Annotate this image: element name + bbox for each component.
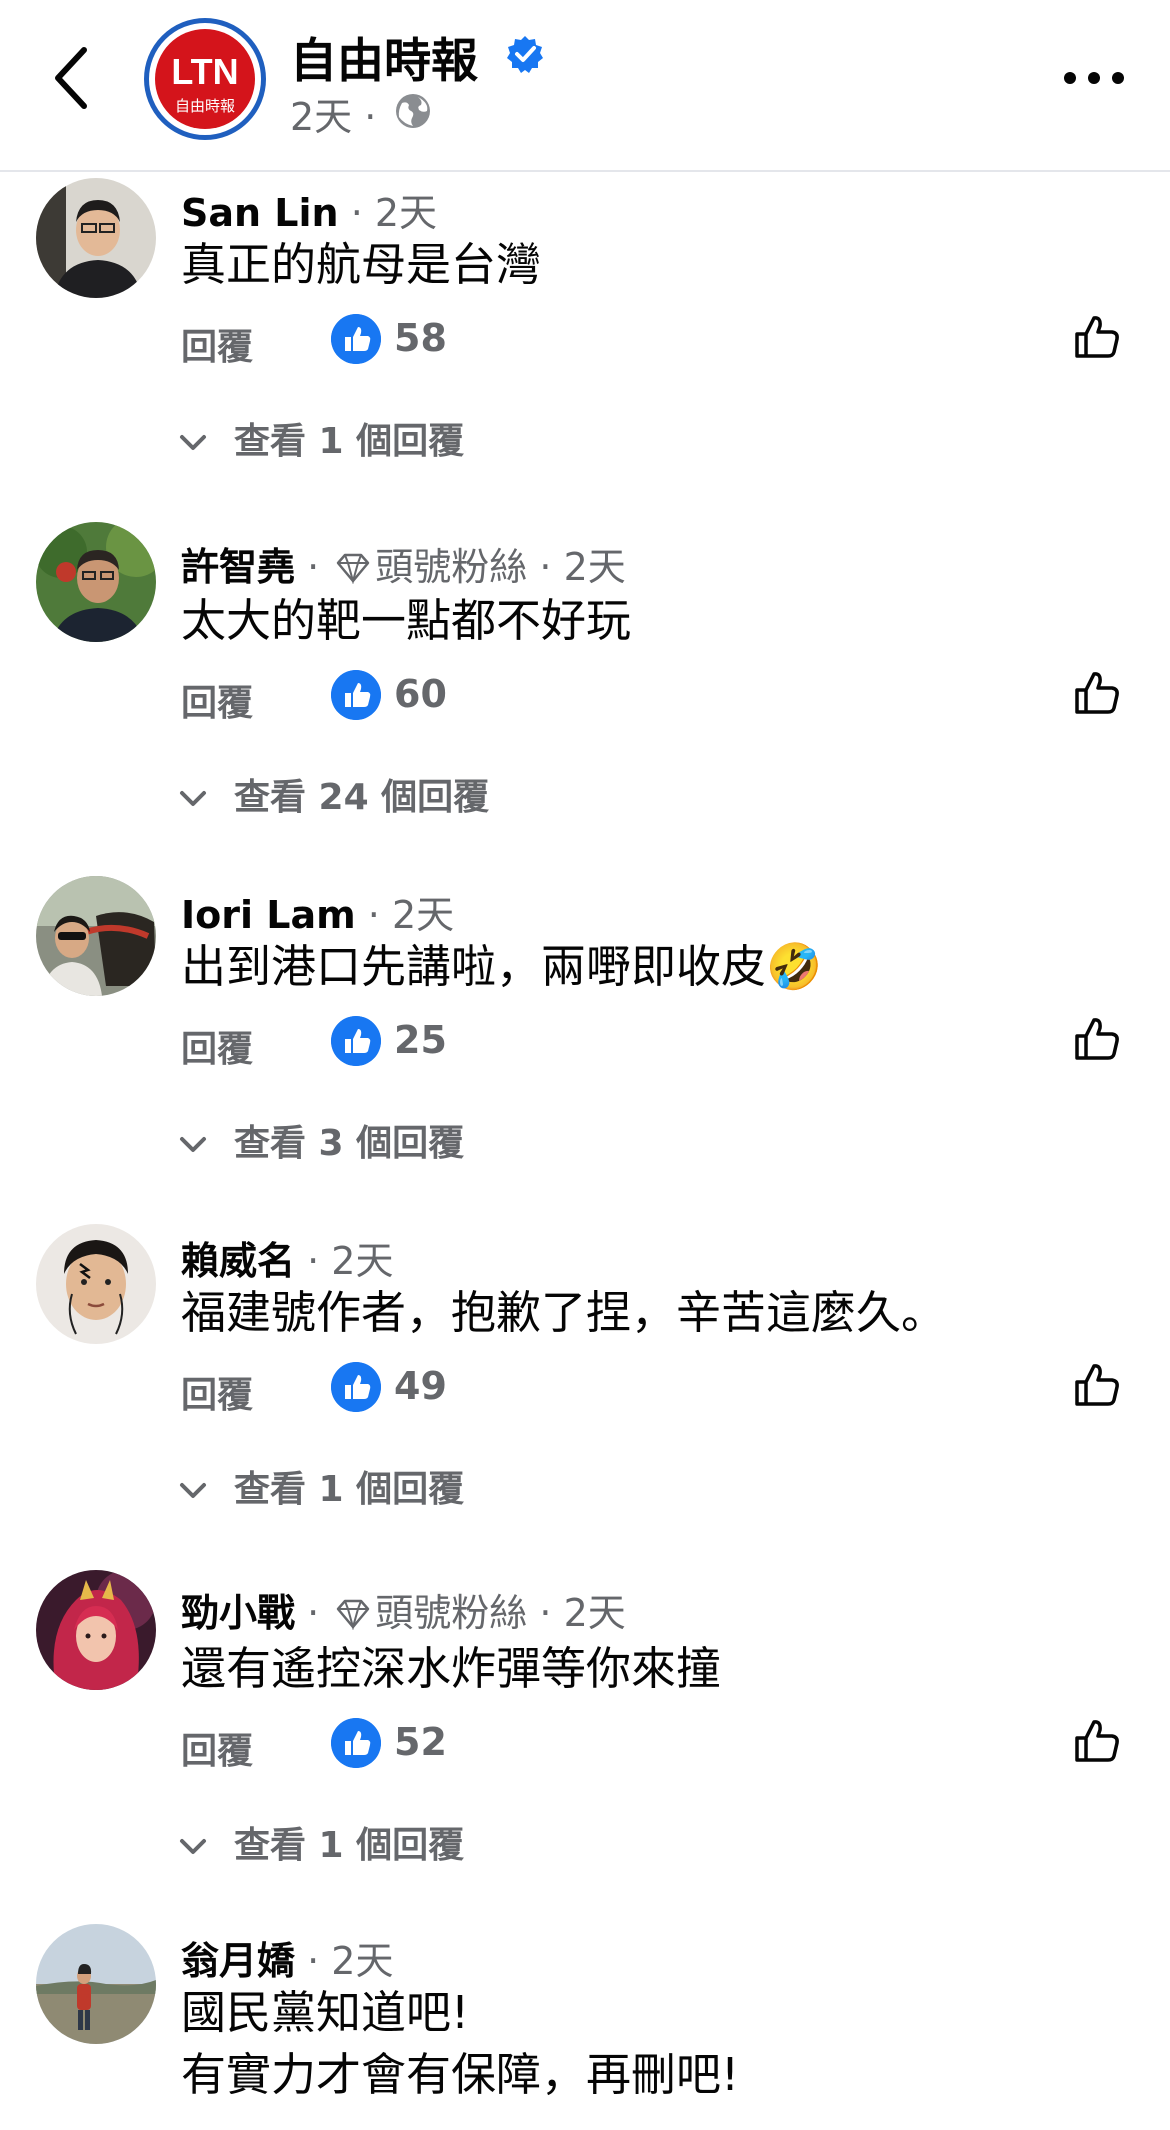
avatar[interactable] [36,522,156,642]
view-replies-link[interactable]: 查看 24 個回覆 [176,768,489,820]
verified-badge-icon [507,36,543,73]
comment-author[interactable]: 勁小戰 [181,1591,295,1635]
like-thumb-icon[interactable] [1072,1360,1122,1410]
comment-text-line-1: 國民黨知道吧! [181,1986,470,2039]
like-reaction-icon [331,1362,381,1412]
comment-timestamp: 2天 [331,1939,394,1983]
comment-text: 太大的靶一點都不好玩 [181,594,632,647]
view-replies-link[interactable]: 查看 1 個回覆 [176,412,464,464]
globe-icon [396,94,430,128]
chevron-down-icon [180,1137,206,1152]
comment-author-line: San Lin · 2天 [181,191,438,235]
avatar[interactable] [36,1570,156,1690]
comment-text: 還有遙控深水炸彈等你來撞 [181,1642,722,1695]
comment-author[interactable]: 賴威名 [181,1239,295,1283]
logo-text: LTN [171,51,239,92]
like-reaction-icon [331,1718,381,1768]
comment-timestamp: 2天 [563,545,626,589]
comment-author[interactable]: San Lin [181,191,339,235]
post-timestamp: 2天 · [290,95,377,139]
diamond-icon [337,553,370,584]
chevron-down-icon [180,435,206,450]
reply-button[interactable]: 回覆 [181,1366,253,1418]
avatar[interactable] [36,1924,156,2044]
comment-text: 真正的航母是台灣 [181,238,542,291]
post-header: LTN 自由時報 自由時報 2天 · [0,0,1170,172]
reply-button[interactable]: 回覆 [181,1722,253,1774]
comment-author[interactable]: 翁月嬌 [181,1939,295,1983]
comment-author-line: 翁月嬌 · 2天 [181,1939,394,1983]
like-thumb-icon[interactable] [1072,1716,1122,1766]
comment-author-line: 許智堯 · 頭號粉絲 · 2天 [181,545,626,589]
chevron-down-icon [180,791,206,806]
avatar[interactable] [36,1224,156,1344]
like-count-value: 52 [394,1720,447,1764]
comment-text-line-2: 有實力才會有保障，再刪吧! [181,2048,740,2101]
reply-button[interactable]: 回覆 [181,318,253,370]
top-fan-badge: 頭號粉絲 [375,1591,528,1635]
top-fan-badge: 頭號粉絲 [375,545,528,589]
chevron-down-icon [180,1483,206,1498]
view-replies-link[interactable]: 查看 3 個回覆 [176,1114,464,1166]
comment-author[interactable]: 許智堯 [181,545,295,589]
like-count-value: 25 [394,1018,447,1062]
comment-timestamp: 2天 [563,1591,626,1635]
reply-button[interactable]: 回覆 [181,674,253,726]
like-count-value: 58 [394,316,447,360]
page-avatar[interactable]: LTN 自由時報 [144,18,266,140]
avatar[interactable] [36,178,156,298]
comment-text: 福建號作者，抱歉了捏，辛苦這麼久。 [181,1286,947,1339]
chevron-down-icon [180,1839,206,1854]
comment-author-line: Iori Lam · 2天 [181,893,455,937]
view-replies-link[interactable]: 查看 1 個回覆 [176,1460,464,1512]
like-count-value: 49 [394,1364,447,1408]
comment-timestamp: 2天 [374,191,438,235]
like-reaction-icon [331,670,381,720]
like-reaction-icon [331,314,381,364]
more-options-icon[interactable] [1064,62,1130,92]
comment-timestamp: 2天 [391,893,455,937]
diamond-icon [337,1599,370,1630]
comment-author[interactable]: Iori Lam [181,893,356,937]
like-thumb-icon[interactable] [1072,312,1122,362]
comment-author-line: 賴威名 · 2天 [181,1239,394,1283]
page-name[interactable]: 自由時報 [290,22,478,91]
comment-text: 出到港口先講啦，兩嘢即收皮🤣 [181,940,823,993]
logo-subtext: 自由時報 [174,97,235,115]
back-arrow-icon[interactable] [44,40,100,116]
like-count-value: 60 [394,672,447,716]
comment-timestamp: 2天 [331,1239,394,1283]
like-thumb-icon[interactable] [1072,668,1122,718]
like-thumb-icon[interactable] [1072,1014,1122,1064]
like-reaction-icon [331,1016,381,1066]
reply-button[interactable]: 回覆 [181,1020,253,1072]
comment-author-line: 勁小戰 · 頭號粉絲 · 2天 [181,1591,626,1635]
view-replies-link[interactable]: 查看 1 個回覆 [176,1816,464,1868]
avatar[interactable] [36,876,156,996]
